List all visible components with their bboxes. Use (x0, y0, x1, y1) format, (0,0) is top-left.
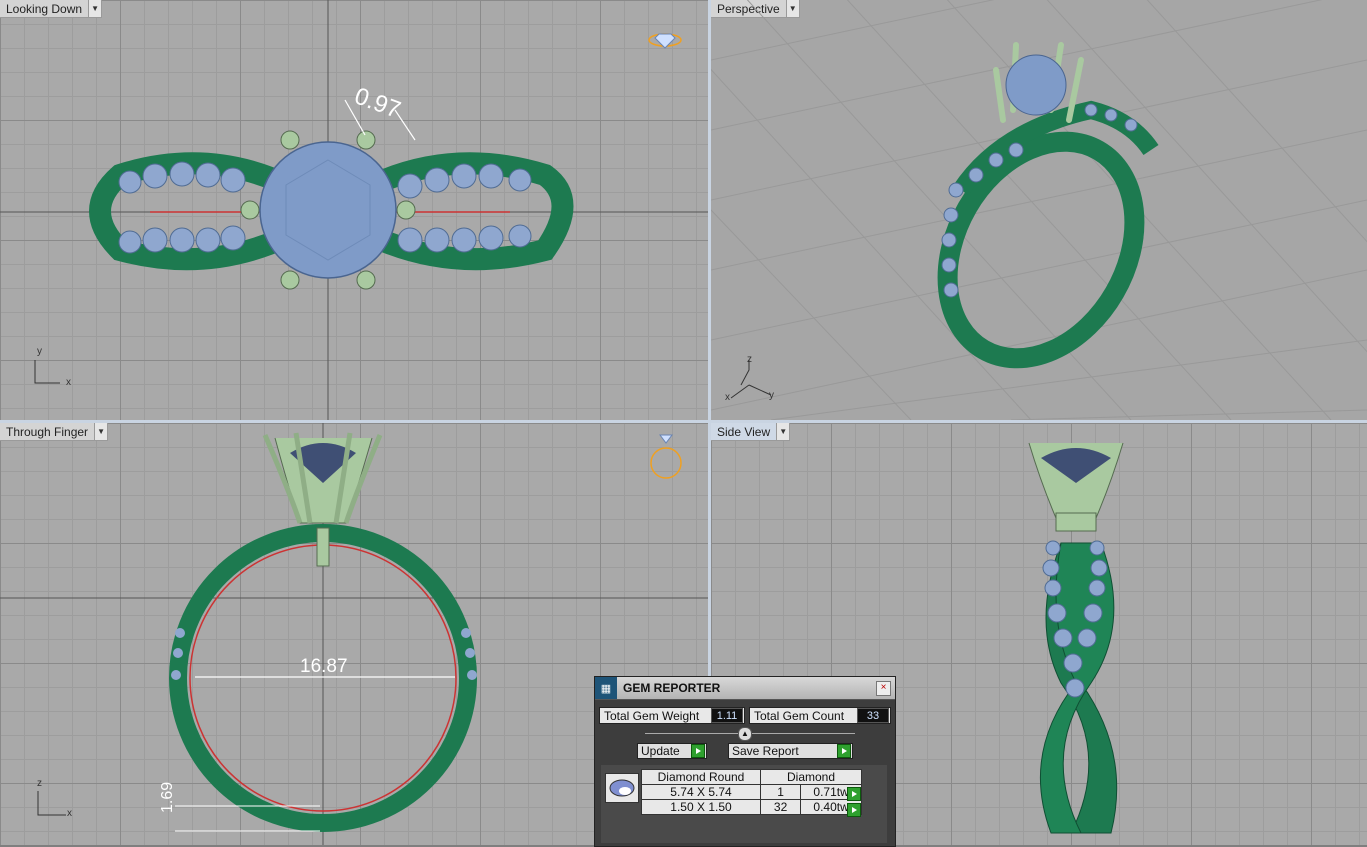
gem-reporter-panel: ▦ GEM REPORTER × Total Gem Weight 1.11 T… (594, 676, 896, 847)
update-play-icon[interactable] (691, 744, 705, 758)
gem-table: Diamond Round Diamond 5.74 X 5.74 1 0.71… (641, 769, 862, 815)
row-expand-icon[interactable] (847, 787, 861, 801)
svg-text:1.69: 1.69 (159, 782, 176, 813)
dimension-label: 0.97 (351, 83, 404, 124)
diamond-gem-icon (605, 773, 639, 803)
total-weight-value: 1.11 (711, 708, 743, 723)
total-count-value: 33 (857, 708, 889, 723)
collapse-icon[interactable]: ▲ (738, 727, 752, 741)
viewport-looking-down[interactable]: Looking Down ▼ 0.97 y x (0, 0, 708, 420)
table-row: 5.74 X 5.74 1 0.71tw (641, 784, 862, 800)
axis-label-z: z (747, 354, 752, 365)
dimension-inner-label: 16.87 (300, 656, 348, 677)
ring-perspective-view (711, 0, 1367, 420)
axis-label-x: x (66, 377, 71, 388)
table-row: 1.50 X 1.50 32 0.40tw (641, 799, 862, 815)
axis-label-x: x (725, 392, 730, 403)
save-report-button[interactable]: Save Report (728, 743, 853, 759)
gem-material-header: Diamond (760, 769, 862, 785)
axis-label-y: y (769, 390, 774, 401)
ring-top-view: 0.97 (0, 0, 708, 420)
close-icon[interactable]: × (876, 680, 891, 696)
axis-label-x: x (67, 808, 72, 819)
viewport-perspective[interactable]: Perspective ▼ z y x (711, 0, 1367, 420)
save-play-icon[interactable] (837, 744, 851, 758)
gem-reporter-title: GEM REPORTER (623, 681, 721, 695)
gem-logo-icon: ▦ (595, 677, 617, 699)
gem-reporter-titlebar[interactable]: ▦ GEM REPORTER × (595, 677, 895, 700)
axis-label-z: z (37, 778, 42, 789)
axis-label-y: y (37, 346, 42, 357)
gem-shape-header: Diamond Round (641, 769, 761, 785)
row-expand-icon[interactable] (847, 803, 861, 817)
